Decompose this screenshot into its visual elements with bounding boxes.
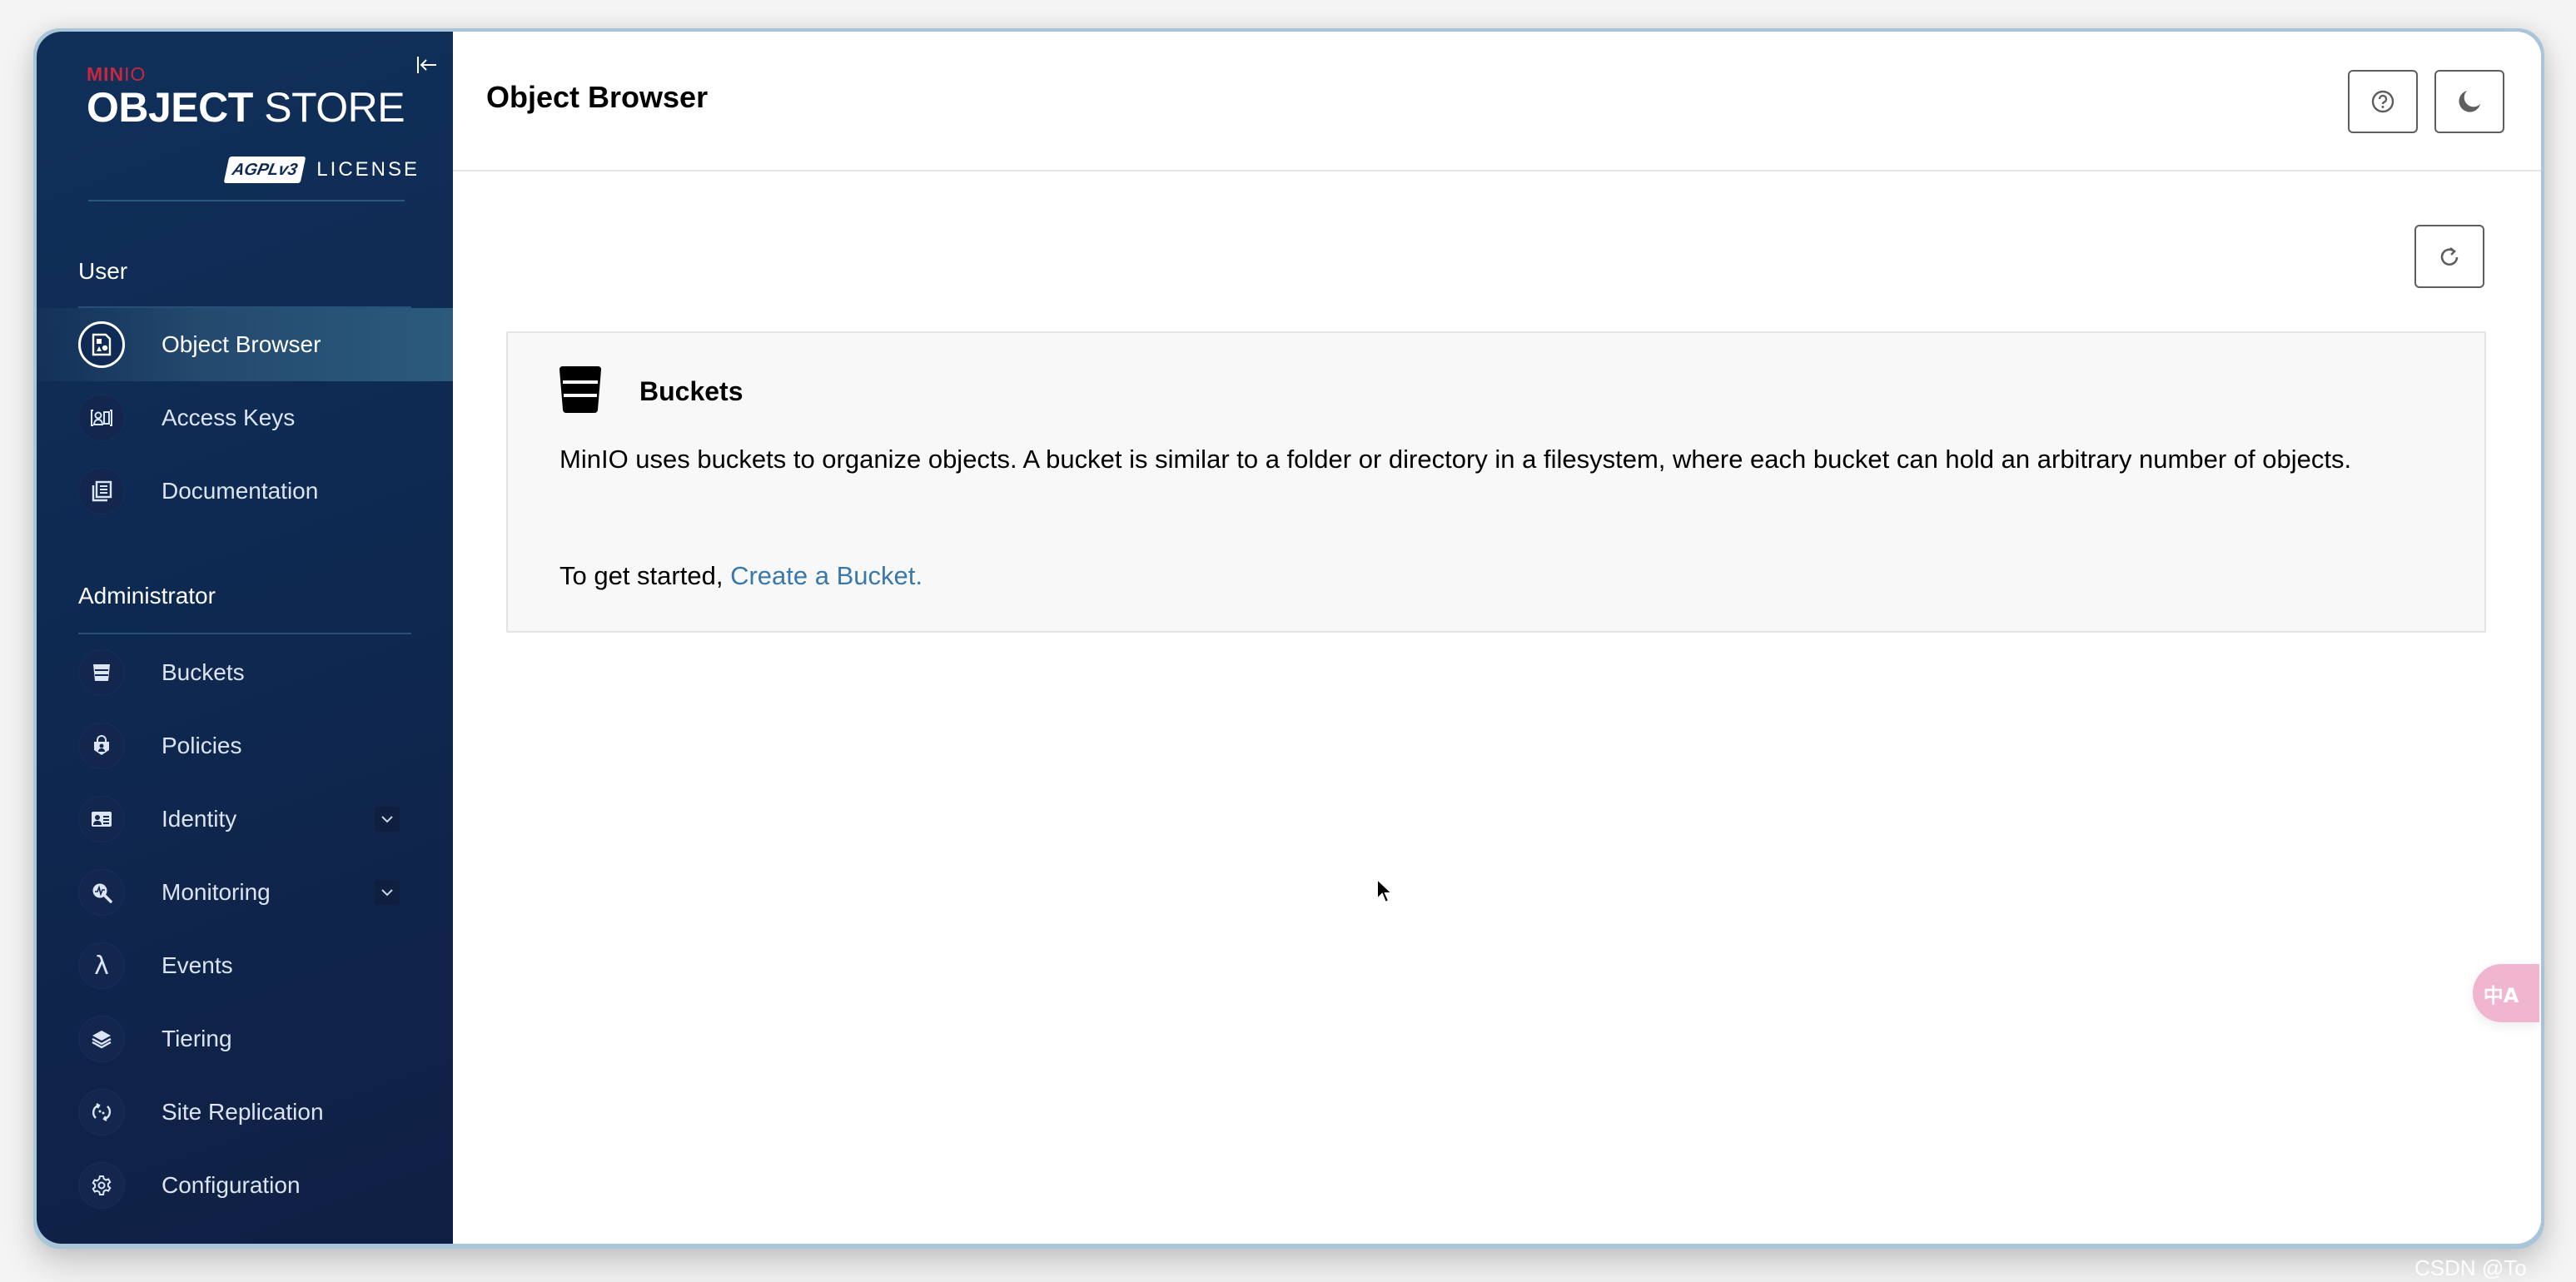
bucket-icon — [559, 366, 601, 413]
collapse-left-icon — [417, 57, 436, 73]
agpl-badge: AGPLv3 — [223, 157, 306, 183]
nav-label: Access Keys — [162, 405, 296, 430]
gear-icon — [78, 1162, 125, 1209]
section-label-administrator: Administrator — [78, 583, 216, 609]
nav-label: Buckets — [162, 659, 245, 685]
app-window-content: MINIO OBJECT STORE AGPLv3 LICENSE User O… — [37, 32, 2541, 1244]
nav-label: Events — [162, 952, 233, 978]
nav-label: Configuration — [162, 1172, 301, 1198]
sidebar-item-configuration[interactable]: Configuration — [37, 1149, 453, 1222]
nav-label: Documentation — [162, 478, 319, 504]
nav-label: Site Replication — [162, 1099, 324, 1125]
sidebar-item-policies[interactable]: Policies — [37, 709, 453, 783]
refresh-icon — [2440, 246, 2459, 266]
chevron-down-icon — [381, 889, 393, 897]
identity-expand-button[interactable] — [375, 807, 400, 832]
create-bucket-link[interactable]: Create a Bucket. — [730, 561, 922, 590]
bucket-icon — [78, 649, 125, 696]
logo-product: OBJECT STORE — [87, 84, 405, 131]
nav-label: Tiering — [162, 1026, 232, 1051]
access-keys-icon — [78, 395, 125, 441]
watermark: CSDN @To — [2414, 1255, 2527, 1280]
empty-state-title: Buckets — [639, 376, 743, 406]
translate-icon: 中A — [2483, 983, 2519, 1007]
sidebar-item-events[interactable]: λ Events — [37, 929, 453, 1002]
logo-license-row: AGPLv3 LICENSE — [223, 157, 420, 183]
collapse-sidebar-button[interactable] — [411, 50, 441, 80]
moon-icon — [2459, 91, 2480, 112]
help-button[interactable] — [2348, 70, 2418, 133]
page-header: Object Browser — [453, 32, 2541, 171]
sidebar-item-documentation[interactable]: Documentation — [37, 455, 453, 528]
nav-label: Monitoring — [162, 879, 271, 905]
app-window: MINIO OBJECT STORE AGPLv3 LICENSE User O… — [33, 28, 2544, 1249]
sidebar-item-buckets[interactable]: Buckets — [37, 636, 453, 709]
help-icon — [2371, 90, 2394, 113]
section-divider — [78, 633, 411, 634]
mouse-cursor-icon — [1376, 877, 1394, 904]
policies-icon — [78, 723, 125, 769]
chevron-down-icon — [381, 816, 393, 823]
nav-label: Identity — [162, 806, 237, 832]
buckets-empty-state: Buckets MinIO uses buckets to organize o… — [506, 331, 2486, 633]
nav-label: Object Browser — [162, 331, 321, 357]
identity-icon — [78, 796, 125, 842]
translate-button[interactable]: 中A — [2473, 964, 2539, 1022]
page-title: Object Browser — [486, 80, 709, 114]
sidebar-item-object-browser[interactable]: Object Browser — [37, 308, 453, 381]
logo-license: LICENSE — [316, 158, 420, 181]
cta-prefix: To get started, — [559, 561, 731, 590]
sidebar-item-access-keys[interactable]: Access Keys — [37, 381, 453, 455]
sidebar-item-monitoring[interactable]: Monitoring — [37, 856, 453, 929]
object-browser-icon — [78, 321, 125, 368]
section-label-user: User — [78, 258, 128, 284]
nav-label: Policies — [162, 733, 242, 758]
refresh-button[interactable] — [2414, 225, 2484, 288]
tiering-icon — [78, 1016, 125, 1062]
monitoring-icon — [78, 869, 125, 916]
site-replication-icon — [78, 1089, 125, 1135]
main-content: Object Browser Buckets MinIO uses bucket… — [453, 32, 2541, 1244]
empty-state-description: MinIO uses buckets to organize objects. … — [559, 445, 2352, 474]
theme-toggle-button[interactable] — [2434, 70, 2504, 133]
sidebar: MINIO OBJECT STORE AGPLv3 LICENSE User O… — [37, 32, 453, 1244]
sidebar-item-identity[interactable]: Identity — [37, 783, 453, 856]
monitoring-expand-button[interactable] — [375, 880, 400, 905]
empty-state-cta: To get started, Create a Bucket. — [559, 561, 922, 591]
minio-logo: MINIO OBJECT STORE AGPLv3 LICENSE — [87, 63, 420, 196]
lambda-icon: λ — [78, 942, 125, 989]
documentation-icon — [78, 468, 125, 514]
sidebar-item-site-replication[interactable]: Site Replication — [37, 1076, 453, 1149]
logo-divider — [88, 200, 405, 201]
logo-brand: MINIO — [87, 63, 147, 85]
sidebar-item-tiering[interactable]: Tiering — [37, 1002, 453, 1076]
